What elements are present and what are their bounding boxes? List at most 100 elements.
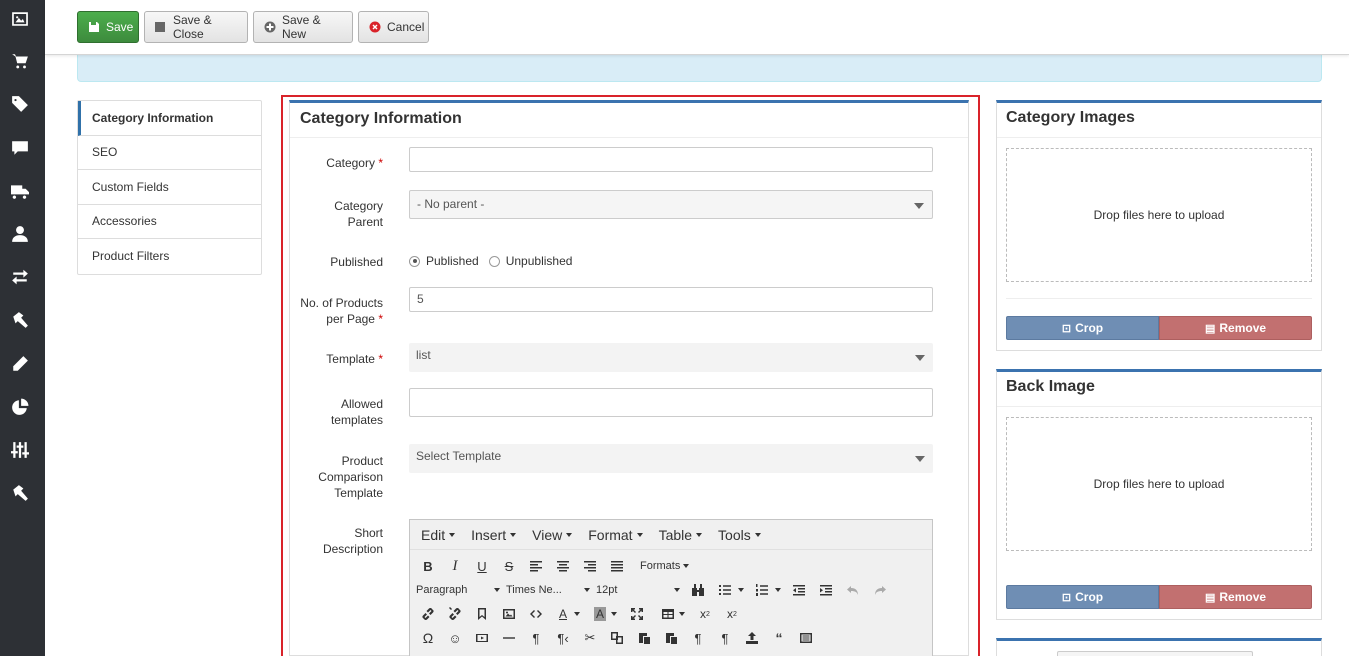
allowed-templates-input[interactable] (409, 388, 933, 417)
products-per-page-input[interactable]: 5 (409, 287, 933, 312)
paste-icon[interactable] (632, 627, 656, 649)
caret-down-icon[interactable] (738, 588, 744, 592)
nav-item-seo[interactable]: SEO (78, 136, 261, 170)
template-select[interactable]: list (409, 343, 933, 372)
category-parent-value: - No parent - (417, 197, 485, 211)
visual-chars-icon[interactable]: ¶ (713, 627, 737, 649)
superscript-icon[interactable]: x2 (720, 603, 744, 625)
cancel-button[interactable]: Cancel (358, 11, 429, 43)
hammer-icon[interactable] (10, 483, 30, 503)
editor-menu-format[interactable]: Format (580, 527, 650, 543)
back-image-actions: ⊡ Crop ▤ Remove (1006, 585, 1312, 609)
align-center-icon[interactable] (551, 555, 575, 577)
sliders-icon[interactable] (10, 440, 30, 460)
background-color-icon[interactable]: A (588, 603, 612, 625)
caret-down-icon (494, 588, 500, 592)
horizontal-rule-icon[interactable] (497, 627, 521, 649)
media-icon[interactable] (470, 627, 494, 649)
blockquote-icon[interactable]: “ (767, 627, 791, 649)
bookmark-icon[interactable] (470, 603, 494, 625)
editor-menu-view[interactable]: View (524, 527, 580, 543)
strikethrough-icon[interactable]: S (497, 555, 521, 577)
indent-icon[interactable] (814, 579, 838, 601)
category-input[interactable] (409, 147, 933, 172)
image-icon[interactable] (10, 9, 30, 29)
crop-button[interactable]: ⊡ Crop (1006, 585, 1159, 609)
comment-icon[interactable] (10, 138, 30, 158)
unpublished-radio[interactable] (488, 255, 500, 267)
nav-item-accessories[interactable]: Accessories (78, 205, 261, 239)
editor-menu-edit[interactable]: Edit (413, 527, 463, 543)
truck-icon[interactable] (10, 181, 30, 201)
link-icon[interactable] (416, 603, 440, 625)
exchange-icon[interactable] (10, 267, 30, 287)
caret-down-icon (636, 532, 643, 537)
unlink-icon[interactable] (443, 603, 467, 625)
remove-button[interactable]: ▤ Remove (1159, 316, 1312, 340)
published-radio[interactable] (409, 255, 420, 267)
find-replace-icon[interactable] (686, 579, 710, 601)
undo-icon[interactable] (841, 579, 865, 601)
caret-down-icon[interactable] (775, 588, 781, 592)
category-images-dropzone[interactable]: Drop files here to upload (1006, 148, 1312, 282)
save-button[interactable]: Save (77, 11, 139, 43)
align-left-icon[interactable] (524, 555, 548, 577)
bold-icon[interactable]: B (416, 555, 440, 577)
crop-button[interactable]: ⊡ Crop (1006, 316, 1159, 340)
ltr-icon[interactable]: ¶ (524, 627, 548, 649)
paste-text-icon[interactable] (659, 627, 683, 649)
editor-menu-tools[interactable]: Tools (710, 527, 769, 543)
nav-item-custom-fields[interactable]: Custom Fields (78, 170, 261, 205)
caret-down-icon[interactable] (679, 612, 685, 616)
pie-chart-icon[interactable] (10, 397, 30, 417)
copy-icon[interactable] (605, 627, 629, 649)
editor-menu-table[interactable]: Table (651, 527, 710, 543)
numbered-list-icon[interactable] (750, 579, 774, 601)
font-size-dropdown[interactable]: 12pt (596, 584, 680, 596)
tag-icon[interactable] (10, 94, 30, 114)
category-parent-select[interactable]: - No parent - (409, 190, 933, 219)
caret-down-icon[interactable] (574, 612, 580, 616)
outdent-icon[interactable] (787, 579, 811, 601)
text-color-icon[interactable]: A (551, 603, 575, 625)
align-right-icon[interactable] (578, 555, 602, 577)
font-family-dropdown[interactable]: Times Ne... (506, 584, 590, 596)
emoticons-icon[interactable]: ☺ (443, 627, 467, 649)
cut-icon[interactable]: ✂ (578, 627, 602, 649)
crop-icon: ⊡ (1061, 591, 1072, 604)
fullscreen-icon[interactable] (625, 603, 649, 625)
formats-dropdown[interactable]: Formats (640, 560, 690, 572)
table-icon[interactable] (656, 603, 680, 625)
rtl-icon[interactable]: ¶‹ (551, 627, 575, 649)
editor-menu-insert[interactable]: Insert (463, 527, 524, 543)
cart-icon[interactable] (10, 51, 30, 71)
comparison-template-select[interactable]: Select Template (409, 444, 933, 473)
code-icon[interactable] (524, 603, 548, 625)
font-family-value: Times Ne... (506, 584, 562, 596)
cancel-icon (369, 21, 381, 33)
save-new-button[interactable]: Save & New (253, 11, 353, 43)
back-image-dropzone[interactable]: Drop files here to upload (1006, 417, 1312, 551)
underline-icon[interactable]: U (470, 555, 494, 577)
image-icon[interactable] (497, 603, 521, 625)
align-justify-icon[interactable] (605, 555, 629, 577)
hammer-icon[interactable] (10, 310, 30, 330)
panel-control[interactable] (1057, 651, 1253, 656)
remove-button[interactable]: ▤ Remove (1159, 585, 1312, 609)
nav-item-product-filters[interactable]: Product Filters (78, 239, 261, 274)
special-character-icon[interactable]: Ω (416, 627, 440, 649)
template-icon[interactable] (794, 627, 818, 649)
subscript-icon[interactable]: x2 (693, 603, 717, 625)
save-close-button[interactable]: Save & Close (144, 11, 248, 43)
nav-item-category-information[interactable]: Category Information (78, 101, 261, 136)
user-icon[interactable] (10, 224, 30, 244)
show-blocks-icon[interactable]: ¶ (686, 627, 710, 649)
redo-icon[interactable] (868, 579, 892, 601)
pencil-icon[interactable] (10, 354, 30, 374)
upload-icon[interactable] (740, 627, 764, 649)
block-format-dropdown[interactable]: Paragraph (416, 584, 500, 596)
italic-icon[interactable]: I (443, 555, 467, 577)
bullet-list-icon[interactable] (713, 579, 737, 601)
caret-down-icon[interactable] (611, 612, 617, 616)
save-close-icon (155, 21, 167, 33)
